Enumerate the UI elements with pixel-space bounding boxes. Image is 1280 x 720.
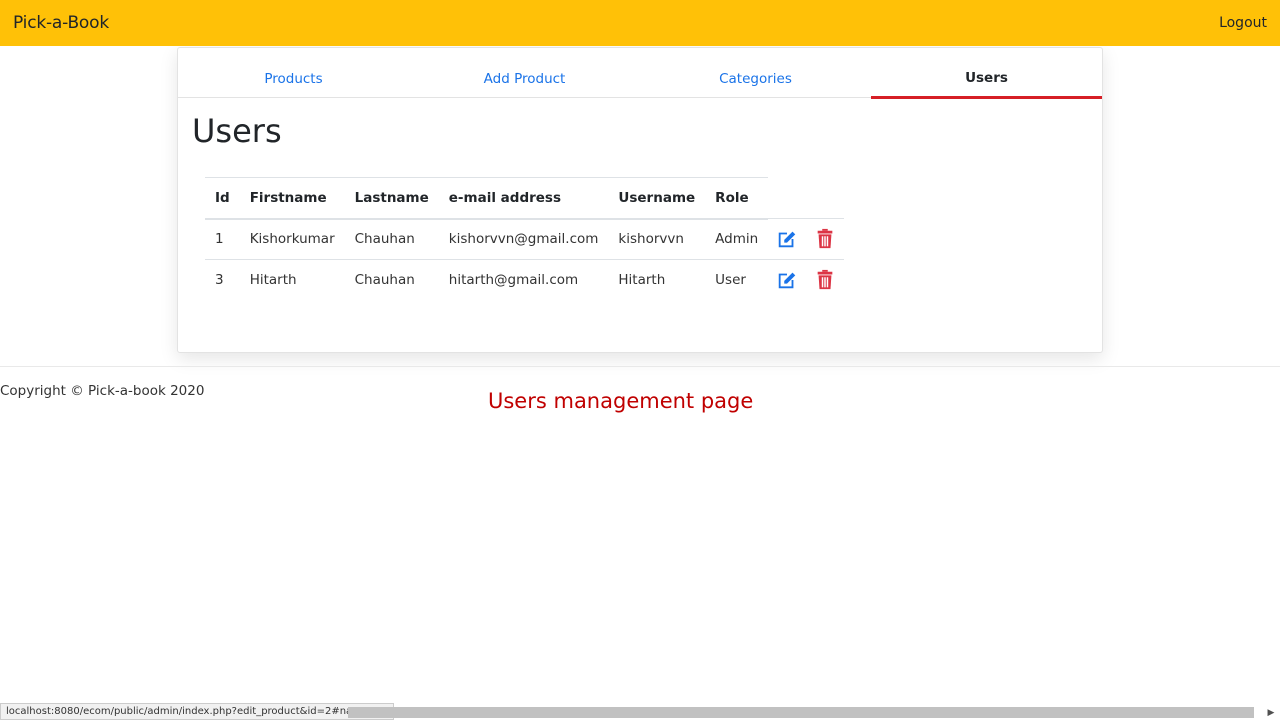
table-header-row: Id Firstname Lastname e-mail address Use… xyxy=(205,177,844,220)
column-header-firstname: Firstname xyxy=(239,177,345,220)
column-header-id: Id xyxy=(205,177,240,220)
cell-delete xyxy=(806,218,845,260)
cell-id: 3 xyxy=(205,259,240,301)
cell-role: User xyxy=(705,259,769,301)
users-table: Id Firstname Lastname e-mail address Use… xyxy=(205,177,845,301)
cell-firstname: Hitarth xyxy=(239,259,345,301)
trash-icon[interactable] xyxy=(814,228,836,250)
column-header-actions xyxy=(768,178,806,219)
cell-role: Admin xyxy=(705,218,769,260)
cell-edit xyxy=(768,259,807,301)
column-header-actions-2 xyxy=(806,178,844,219)
footer-copyright: Copyright © Pick-a-book 2020 xyxy=(0,383,205,399)
top-navbar: Pick-a-Book Logout xyxy=(0,0,1280,46)
scroll-right-arrow-icon[interactable]: ▶ xyxy=(1262,706,1280,720)
trash-icon[interactable] xyxy=(814,269,836,291)
column-header-lastname: Lastname xyxy=(344,177,439,220)
brand-link[interactable]: Pick-a-Book xyxy=(13,13,109,33)
column-header-role: Role xyxy=(705,177,769,220)
tab-users[interactable]: Users xyxy=(871,48,1102,99)
admin-card: Products Add Product Categories Users Us… xyxy=(177,47,1103,353)
cell-username: kishorvvn xyxy=(608,218,706,260)
cell-email: kishorvvn@gmail.com xyxy=(438,218,609,260)
edit-icon[interactable] xyxy=(776,228,798,250)
column-header-email: e-mail address xyxy=(438,177,609,220)
tab-products[interactable]: Products xyxy=(178,48,409,97)
tab-add-product[interactable]: Add Product xyxy=(409,48,640,97)
cell-edit xyxy=(768,218,807,260)
logout-link[interactable]: Logout xyxy=(1219,15,1267,31)
footer-divider xyxy=(0,366,1280,367)
cell-email: hitarth@gmail.com xyxy=(438,259,609,301)
cell-delete xyxy=(806,259,845,301)
cell-lastname: Chauhan xyxy=(344,259,439,301)
cell-firstname: Kishorkumar xyxy=(239,218,345,260)
horizontal-scrollbar[interactable] xyxy=(348,707,1254,718)
page-title: Users xyxy=(192,112,282,150)
cell-lastname: Chauhan xyxy=(344,218,439,260)
table-row: 3 Hitarth Chauhan hitarth@gmail.com Hita… xyxy=(205,259,845,301)
column-header-username: Username xyxy=(608,177,706,220)
status-bar-url: localhost:8080/ecom/public/admin/index.p… xyxy=(0,703,395,720)
nav-tabs: Products Add Product Categories Users xyxy=(178,48,1102,99)
table-row: 1 Kishorkumar Chauhan kishorvvn@gmail.co… xyxy=(205,218,845,260)
tab-categories[interactable]: Categories xyxy=(640,48,871,97)
cell-username: Hitarth xyxy=(608,259,706,301)
cell-id: 1 xyxy=(205,218,240,260)
page-caption: Users management page xyxy=(488,389,754,413)
edit-icon[interactable] xyxy=(776,269,798,291)
